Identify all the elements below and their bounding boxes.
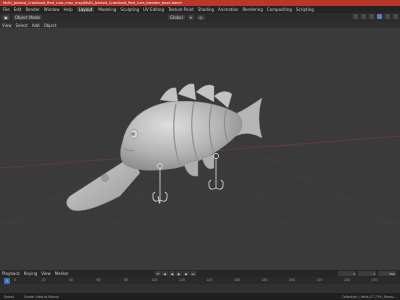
proportional-edit-icon[interactable]: ◎ bbox=[197, 15, 205, 20]
tab-uv-editing[interactable]: UV Editing bbox=[143, 7, 164, 12]
viewport-shading-controls bbox=[353, 14, 398, 19]
timeline-tick: 80 bbox=[124, 278, 129, 282]
tab-animation[interactable]: Animation bbox=[218, 7, 238, 12]
timeline-menu-view[interactable]: View bbox=[41, 271, 51, 276]
menu-help[interactable]: Help bbox=[63, 7, 72, 12]
menu-select[interactable]: Select bbox=[16, 23, 28, 28]
viewport-scene bbox=[0, 83, 400, 270]
timeline-tick: 40 bbox=[69, 278, 74, 282]
rendered-shading-icon[interactable] bbox=[393, 14, 398, 19]
status-bar: Select Center View to Mouse Collection |… bbox=[0, 293, 400, 300]
jump-end-icon[interactable]: ⏭ bbox=[190, 271, 196, 276]
timeline-tick: 200 bbox=[289, 278, 296, 282]
tab-compositing[interactable]: Compositing bbox=[267, 7, 292, 12]
tab-shading[interactable]: Shading bbox=[198, 7, 214, 12]
xray-icon[interactable] bbox=[361, 14, 366, 19]
snap-icon[interactable]: ⌖ bbox=[187, 15, 195, 20]
menu-add[interactable]: Add bbox=[32, 23, 40, 28]
next-keyframe-icon[interactable]: ◆ bbox=[183, 271, 189, 276]
timeline-tick: 60 bbox=[96, 278, 101, 282]
timeline-tick: 240 bbox=[344, 278, 351, 282]
timeline-menu-playback[interactable]: Playback bbox=[2, 271, 20, 276]
timeline-tick: 20 bbox=[41, 278, 46, 282]
timeline-body[interactable] bbox=[0, 284, 400, 293]
tab-scripting[interactable]: Scripting bbox=[296, 7, 314, 12]
status-center-view: Center View to Mouse bbox=[23, 294, 59, 299]
timeline-menu-keying[interactable]: Keying bbox=[24, 271, 37, 276]
jump-start-icon[interactable]: ⏮ bbox=[155, 271, 161, 276]
menu-window[interactable]: Window bbox=[44, 7, 60, 12]
overlays-icon[interactable] bbox=[353, 14, 358, 19]
window-title: Multi_Jointed_Crankbait_Red_Lure_max_mxp… bbox=[3, 1, 182, 5]
tab-layout[interactable]: Layout bbox=[76, 7, 95, 12]
viewport-header: ▣ Object Mode Global ⌖ ◎ bbox=[0, 13, 400, 22]
timeline-header: Playback Keying View Marker ⏮ ◆ ◀ ▶ ◆ ⏭ … bbox=[0, 270, 400, 277]
timeline-tick: 0 bbox=[14, 278, 17, 282]
menu-bar: File Edit Render Window Help Layout Mode… bbox=[0, 6, 400, 13]
timeline-menu-marker[interactable]: Marker bbox=[55, 271, 69, 276]
end-frame-field[interactable]: 250 bbox=[378, 271, 396, 276]
tab-modeling[interactable]: Modeling bbox=[98, 7, 116, 12]
wireframe-shading-icon[interactable] bbox=[369, 14, 374, 19]
tab-sculpting[interactable]: Sculpting bbox=[120, 7, 139, 12]
play-icon[interactable]: ▶ bbox=[176, 271, 182, 276]
current-frame-field[interactable]: 1 bbox=[338, 271, 356, 276]
tab-texture-paint[interactable]: Texture Paint bbox=[168, 7, 194, 12]
mode-dropdown[interactable]: Object Mode bbox=[12, 15, 42, 20]
frame-range: 1 1 250 bbox=[338, 271, 396, 276]
timeline-tick: 160 bbox=[234, 278, 241, 282]
prev-keyframe-icon[interactable]: ◆ bbox=[162, 271, 168, 276]
menu-file[interactable]: File bbox=[3, 7, 10, 12]
timeline-tick: 120 bbox=[179, 278, 186, 282]
timeline-tick: 180 bbox=[261, 278, 268, 282]
timeline-tick: 140 bbox=[206, 278, 213, 282]
timeline-ruler[interactable]: 1 0 20 40 60 80 100 120 140 160 180 200 220 240 250 bbox=[0, 277, 400, 284]
current-frame-indicator[interactable]: 1 bbox=[4, 277, 10, 284]
editor-type-button[interactable]: ▣ bbox=[2, 15, 10, 20]
menu-view[interactable]: View bbox=[2, 23, 12, 28]
play-reverse-icon[interactable]: ◀ bbox=[169, 271, 175, 276]
solid-shading-icon[interactable] bbox=[377, 14, 382, 19]
tab-rendering[interactable]: Rendering bbox=[242, 7, 262, 12]
playback-controls: ⏮ ◆ ◀ ▶ ◆ ⏭ bbox=[155, 271, 196, 276]
status-select: Select bbox=[4, 294, 14, 299]
timeline-tick: 220 bbox=[316, 278, 323, 282]
menu-edit[interactable]: Edit bbox=[14, 7, 22, 12]
timeline-tick: 250 bbox=[371, 278, 378, 282]
material-shading-icon[interactable] bbox=[385, 14, 390, 19]
timeline-tick: 100 bbox=[151, 278, 158, 282]
menu-render[interactable]: Render bbox=[25, 7, 39, 12]
menu-object[interactable]: Object bbox=[44, 23, 57, 28]
status-scene-stats: Collection | Verts:27,739 | Faces:... bbox=[341, 294, 397, 299]
3d-viewport[interactable] bbox=[0, 28, 400, 270]
start-frame-field[interactable]: 1 bbox=[358, 271, 376, 276]
transform-orientation-dropdown[interactable]: Global bbox=[167, 15, 185, 20]
